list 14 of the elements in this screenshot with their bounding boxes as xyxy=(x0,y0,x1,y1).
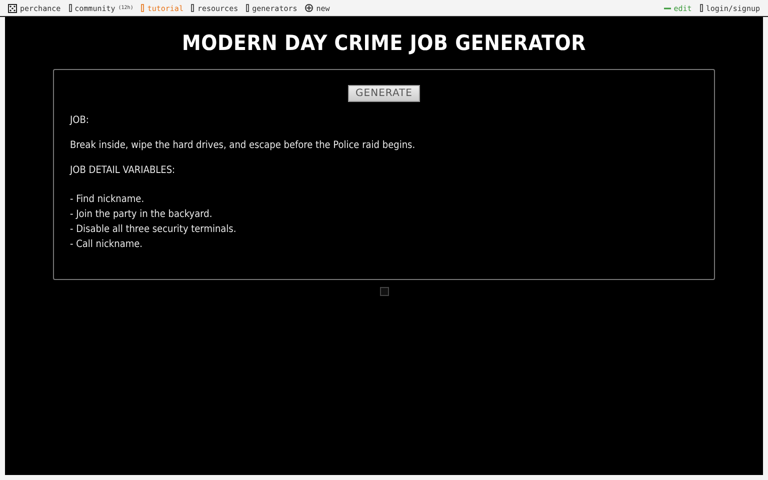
box-icon xyxy=(191,4,194,12)
output-text: Break inside, wipe the hard drives, and escape before the Police raid begins. xyxy=(70,140,416,151)
page-title: MODERN DAY CRIME JOB GENERATOR xyxy=(182,31,586,55)
square-icon xyxy=(380,287,388,296)
box-icon xyxy=(141,4,144,12)
box-icon xyxy=(700,4,703,12)
box-icon xyxy=(68,4,72,12)
detail-list: - Find nickname. - Join the party in the backyard. - Disable all three security terminals. - Call nickname. xyxy=(70,192,698,252)
dice-icon xyxy=(8,4,17,12)
plus-circle-icon xyxy=(305,4,314,12)
output-text: JOB: xyxy=(70,115,90,126)
output-text: JOB DETAIL VARIABLES: xyxy=(70,165,176,176)
box-icon xyxy=(246,4,250,12)
generate-button[interactable]: GENERATE xyxy=(348,85,420,102)
